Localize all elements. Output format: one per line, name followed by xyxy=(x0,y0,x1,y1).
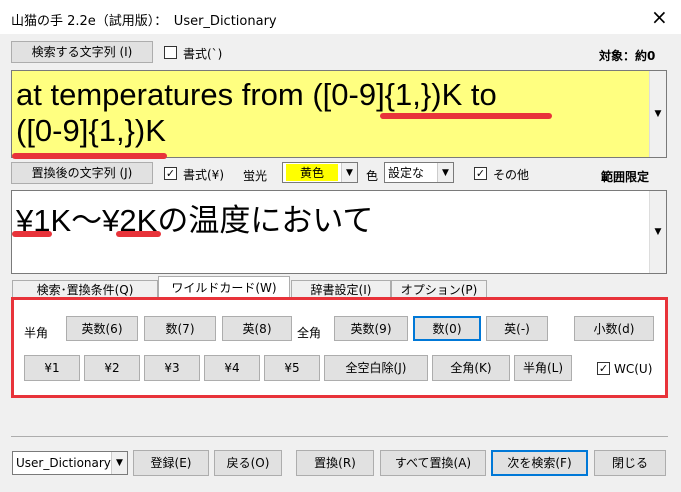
replace-button[interactable]: 置換(R) xyxy=(296,450,374,476)
search-scrollbar[interactable]: ▼ xyxy=(649,71,666,157)
color-value: 設定な xyxy=(388,166,425,180)
tab-dictionary-settings[interactable]: 辞書設定(I) xyxy=(291,280,391,298)
ref-3-button[interactable]: ¥3 xyxy=(144,355,200,381)
replace-text-input[interactable]: ¥1K〜¥2Kの温度において ▼ xyxy=(11,190,667,274)
separator xyxy=(11,436,668,437)
button-label: 英(8) xyxy=(242,321,272,336)
color-select[interactable]: 設定な ▼ xyxy=(384,162,454,183)
chevron-down-icon: ▼ xyxy=(341,163,357,182)
button-label: ¥3 xyxy=(164,361,180,375)
half-alpha-button[interactable]: 英(8) xyxy=(222,316,292,341)
full-alnum-button[interactable]: 英数(9) xyxy=(334,316,408,341)
dictionary-value: User_Dictionary xyxy=(16,456,111,470)
button-label: すべて置換(A) xyxy=(394,456,472,470)
search-string-button-label: 検索する文字列 (I) xyxy=(31,45,133,59)
wildcard-panel xyxy=(11,297,668,398)
button-label: 登録(E) xyxy=(150,456,192,470)
find-next-button[interactable]: 次を検索(F) xyxy=(491,450,588,476)
annotation-underline xyxy=(380,113,552,119)
button-label: ¥4 xyxy=(224,361,240,375)
search-string-button[interactable]: 検索する文字列 (I) xyxy=(11,41,153,63)
full-width-label: 全角 xyxy=(297,326,322,340)
button-label: 次を検索(F) xyxy=(507,456,572,470)
button-label: 置換(R) xyxy=(314,456,356,470)
button-label: 全空白除(J) xyxy=(345,361,407,375)
tab-label: 検索･置換条件(Q) xyxy=(36,283,134,297)
annotation-underline xyxy=(12,231,52,237)
highlight-select[interactable]: 黄色 ▼ xyxy=(282,162,358,183)
button-label: 半角(L) xyxy=(522,361,564,375)
title-bar: 山猫の手 2.2e（試用版）： User_Dictionary × xyxy=(0,0,681,34)
replace-string-button[interactable]: 置換後の文字列 (J) xyxy=(11,162,153,184)
to-half-width-button[interactable]: 半角(L) xyxy=(514,355,572,381)
button-label: ¥2 xyxy=(104,361,120,375)
button-label: 戻る(O) xyxy=(226,456,270,470)
remove-all-spaces-button[interactable]: 全空白除(J) xyxy=(324,355,428,381)
color-label: 色 xyxy=(366,169,379,183)
half-width-label: 半角 xyxy=(24,326,49,340)
highlight-value: 黄色 xyxy=(286,164,339,181)
search-text-line-2: ([0-9]{1,})K xyxy=(16,113,166,148)
ref-4-button[interactable]: ¥4 xyxy=(204,355,260,381)
target-label: 対象：約0 xyxy=(599,49,656,63)
button-label: ¥5 xyxy=(284,361,300,375)
wc-checkbox[interactable]: ✓ xyxy=(597,362,610,375)
replace-format-label: 書式(¥) xyxy=(183,168,224,182)
tab-search-replace-conditions[interactable]: 検索･置換条件(Q) xyxy=(12,280,158,298)
button-label: 英数(6) xyxy=(81,321,123,336)
tab-label: ワイルドカード(W) xyxy=(171,281,277,295)
highlight-label: 蛍光 xyxy=(243,169,268,183)
close-icon[interactable]: × xyxy=(651,5,668,29)
replace-format-checkbox[interactable]: ✓ xyxy=(164,167,177,180)
button-label: 英(-) xyxy=(504,321,530,336)
chevron-down-icon: ▼ xyxy=(437,163,453,182)
back-button[interactable]: 戻る(O) xyxy=(214,450,282,476)
button-label: 小数(d) xyxy=(593,321,635,336)
range-limit-label: 範囲限定 xyxy=(601,170,650,184)
replace-all-button[interactable]: すべて置換(A) xyxy=(380,450,486,476)
replace-text: ¥1K〜¥2Kの温度において xyxy=(16,203,374,238)
other-checkbox[interactable]: ✓ xyxy=(474,167,487,180)
decimal-button[interactable]: 小数(d) xyxy=(574,316,654,341)
to-full-width-button[interactable]: 全角(K) xyxy=(432,355,510,381)
ref-2-button[interactable]: ¥2 xyxy=(84,355,140,381)
button-label: 閉じる xyxy=(611,456,648,470)
button-label: 全角(K) xyxy=(450,361,492,375)
full-num-button[interactable]: 数(0) xyxy=(413,316,481,341)
search-format-label: 書式(`) xyxy=(183,47,223,61)
search-text-input[interactable]: at temperatures from ([0-9]{1,})K to ([0… xyxy=(11,70,667,158)
tab-wildcard[interactable]: ワイルドカード(W) xyxy=(158,276,290,298)
replace-string-button-label: 置換後の文字列 (J) xyxy=(31,166,133,180)
tab-label: 辞書設定(I) xyxy=(310,283,372,297)
button-label: 数(7) xyxy=(165,321,195,336)
annotation-underline xyxy=(116,231,161,237)
tab-label: オプション(P) xyxy=(400,283,478,297)
close-button[interactable]: 閉じる xyxy=(594,450,666,476)
button-label: ¥1 xyxy=(44,361,60,375)
dictionary-select[interactable]: User_Dictionary ▼ xyxy=(12,451,128,475)
search-format-checkbox[interactable] xyxy=(164,46,177,59)
annotation-underline xyxy=(12,153,167,159)
wc-label: WC(U) xyxy=(614,362,653,376)
register-button[interactable]: 登録(E) xyxy=(133,450,209,476)
tab-options[interactable]: オプション(P) xyxy=(391,280,487,298)
ref-1-button[interactable]: ¥1 xyxy=(24,355,80,381)
other-label: その他 xyxy=(493,168,530,182)
button-label: 英数(9) xyxy=(350,321,392,336)
chevron-down-icon: ▼ xyxy=(111,452,127,474)
window-title: 山猫の手 2.2e（試用版）： User_Dictionary xyxy=(11,14,277,29)
search-text-line-1: at temperatures from ([0-9]{1,})K to xyxy=(16,77,497,112)
half-alnum-button[interactable]: 英数(6) xyxy=(66,316,138,341)
button-label: 数(0) xyxy=(432,321,462,336)
half-num-button[interactable]: 数(7) xyxy=(144,316,216,341)
replace-scrollbar[interactable]: ▼ xyxy=(649,191,666,273)
full-alpha-button[interactable]: 英(-) xyxy=(486,316,548,341)
ref-5-button[interactable]: ¥5 xyxy=(264,355,320,381)
